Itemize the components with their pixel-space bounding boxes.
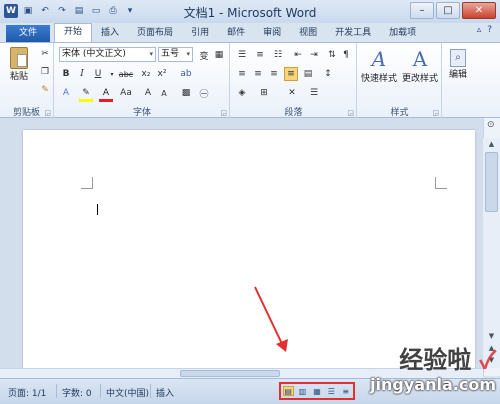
page-count[interactable]: 页面: 1/1 <box>8 386 46 399</box>
divider <box>100 384 101 398</box>
arrow-shaft <box>254 286 284 347</box>
insert-mode[interactable]: 插入 <box>156 386 174 399</box>
view-buttons: ▤ ▥ ▦ ☰ ≡ <box>279 382 355 400</box>
full-screen-reading-icon[interactable]: ▥ <box>297 386 308 396</box>
web-layout-icon[interactable]: ▦ <box>311 386 322 396</box>
watermark-line1: 经验啦 ✓ <box>399 345 496 374</box>
divider <box>150 384 151 398</box>
divider <box>56 384 57 398</box>
watermark-check-icon: ✓ <box>479 345 496 374</box>
print-layout-icon[interactable]: ▤ <box>282 386 294 396</box>
word-count[interactable]: 字数: 0 <box>62 386 92 399</box>
draft-icon[interactable]: ≡ <box>340 386 351 396</box>
watermark: 经验啦 ✓ jingyanla.com <box>370 340 496 394</box>
outline-icon[interactable]: ☰ <box>326 386 337 396</box>
watermark-line2: jingyanla.com <box>370 375 496 394</box>
arrow-head <box>276 339 288 352</box>
language[interactable]: 中文(中国) <box>106 386 149 399</box>
